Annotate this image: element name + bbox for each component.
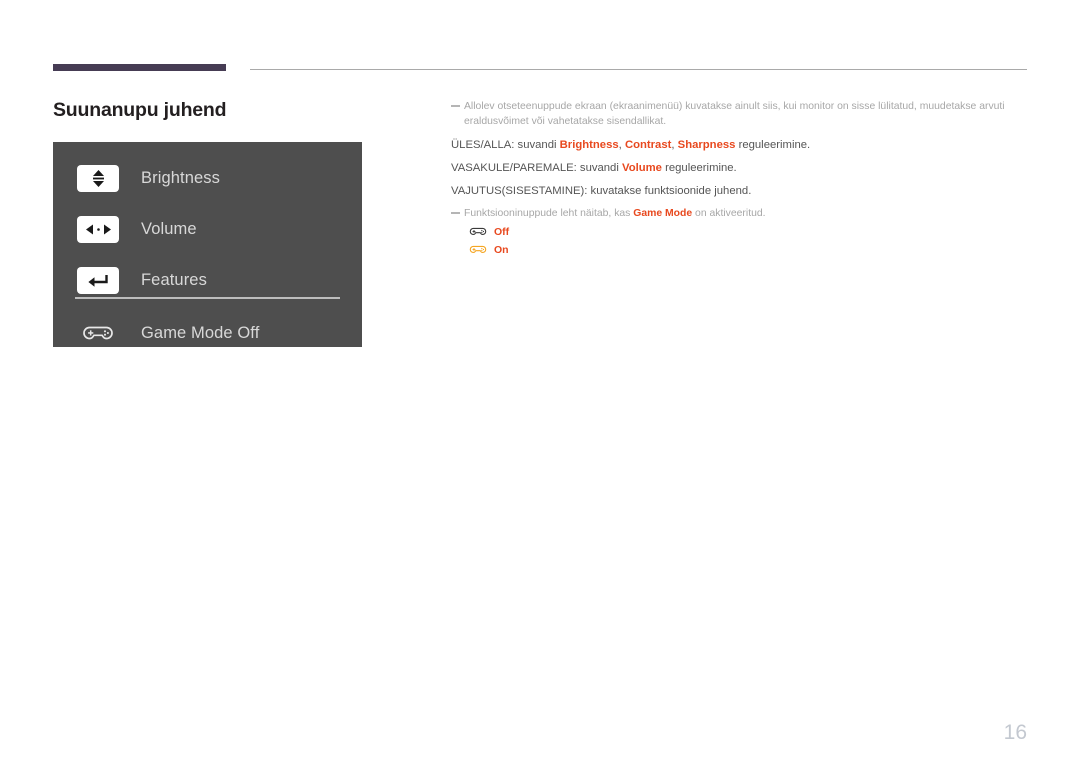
note-game-mode-prefix: Funktsiooninuppude leht näitab, kas	[464, 208, 634, 219]
osd-divider	[75, 297, 340, 299]
osd-row-brightness[interactable]: Brightness	[53, 153, 362, 204]
instruction-press-enter: VAJUTUS(SISESTAMINE): kuvatakse funktsio…	[451, 184, 1029, 198]
osd-label-features: Features	[141, 271, 207, 289]
instruction-press-enter-text: VAJUTUS(SISESTAMINE): kuvatakse funktsio…	[451, 185, 752, 197]
note-game-mode-suffix: on aktiveeritud.	[692, 208, 766, 219]
legend-label-off: Off	[494, 226, 510, 238]
left-right-arrows-icon	[77, 216, 119, 243]
gamepad-outline-dark-icon	[467, 225, 489, 240]
instruction-left-right-hl-1: Volume	[622, 162, 662, 174]
osd-label-brightness: Brightness	[141, 169, 220, 187]
note-osd-visibility-text: Allolev otseteenuppude ekraan (ekraanime…	[464, 101, 1005, 127]
header-accent-rule	[53, 64, 226, 71]
game-mode-legend: Off On	[451, 224, 1029, 259]
instruction-left-right: VASAKULE/PAREMALE: suvandi Volume regule…	[451, 161, 1029, 175]
legend-label-on: On	[494, 244, 509, 256]
instruction-up-down-prefix: ÜLES/ALLA: suvandi	[451, 139, 560, 151]
osd-label-game-mode: Game Mode Off	[141, 324, 260, 342]
header-thin-rule	[250, 69, 1027, 70]
instructions-column: Allolev otseteenuppude ekraan (ekraanime…	[451, 100, 1029, 260]
enter-return-arrow-icon	[77, 267, 119, 294]
page-title: Suunanupu juhend	[53, 99, 227, 121]
legend-item-off: Off	[467, 224, 1029, 241]
note-game-mode-highlight: Game Mode	[633, 208, 693, 219]
note-dash-icon	[451, 105, 460, 107]
legend-item-on: On	[467, 242, 1029, 259]
note-dash-icon	[451, 212, 460, 214]
instruction-up-down-suffix: reguleerimine.	[735, 139, 811, 151]
instruction-up-down: ÜLES/ALLA: suvandi Brightness, Contrast,…	[451, 138, 1029, 152]
instruction-up-down-hl-3: Sharpness	[677, 139, 736, 151]
instruction-up-down-hl-2: Contrast	[624, 139, 672, 151]
note-osd-visibility: Allolev otseteenuppude ekraan (ekraanime…	[451, 100, 1029, 129]
osd-row-game-mode[interactable]: Game Mode Off	[53, 308, 362, 359]
osd-panel: Brightness Volume Features Game Mode Off	[53, 142, 362, 347]
instruction-left-right-prefix: VASAKULE/PAREMALE: suvandi	[451, 162, 622, 174]
gamepad-icon	[77, 320, 119, 347]
osd-label-volume: Volume	[141, 220, 197, 238]
instruction-left-right-suffix: reguleerimine.	[661, 162, 737, 174]
page-number: 16	[1003, 721, 1027, 744]
osd-row-volume[interactable]: Volume	[53, 204, 362, 255]
header-rule-group	[53, 64, 1027, 74]
instruction-up-down-hl-1: Brightness	[559, 139, 619, 151]
gamepad-outline-orange-icon	[467, 243, 489, 258]
up-down-arrows-icon	[77, 165, 119, 192]
note-game-mode: Funktsiooninuppude leht näitab, kas Game…	[451, 207, 1029, 222]
